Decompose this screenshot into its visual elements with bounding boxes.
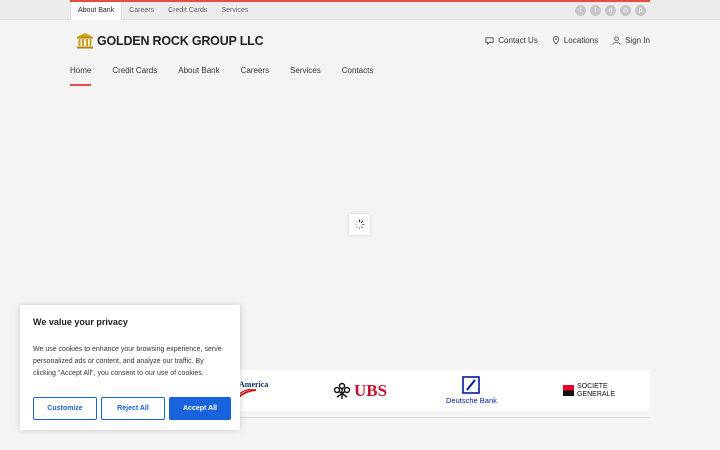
deutsche-bank-text: Deutsche Bank [446,396,497,405]
contact-us-label: Contact Us [498,36,538,45]
socgen-line2: GENERALE [577,390,616,398]
nav-services[interactable]: Services [290,66,321,86]
socgen-square-icon [563,385,574,396]
cookie-text: We use cookies to enhance your browsing … [33,346,222,377]
partner-logos: America UBS Deutsche Bank SOCIETE GENERA… [230,370,650,411]
partner-societe-generale[interactable]: SOCIETE GENERALE [563,370,615,411]
locations-link[interactable]: Locations [552,36,598,45]
twitter-icon[interactable]: t [575,5,586,16]
partner-deutsche-bank[interactable]: Deutsche Bank [446,370,497,411]
top-bar: About Bank Careers Credit Cards Services… [0,0,720,20]
cookie-buttons: Customize Reject All Accept All [33,397,231,420]
social-links: t f g ◎ p [575,5,646,16]
customize-button[interactable]: Customize [33,397,97,420]
loading-spinner [349,214,370,235]
logo-text: GOLDEN ROCK GROUP LLC [97,34,264,48]
sign-in-label: Sign In [625,36,650,45]
user-icon [612,36,621,45]
toplink-about-bank[interactable]: About Bank [70,2,123,20]
bank-building-icon [77,33,93,49]
boa-text: America [239,380,269,389]
toplink-services[interactable]: Services [214,2,255,20]
spinner-icon [354,219,365,230]
toplink-careers[interactable]: Careers [122,2,161,20]
partner-ubs[interactable]: UBS [332,370,387,411]
toplink-credit-cards[interactable]: Credit Cards [161,2,214,20]
divider [240,417,650,418]
partner-bank-of-america[interactable]: America [236,370,268,411]
locations-label: Locations [563,36,599,45]
top-links: About Bank Careers Credit Cards Services [70,2,255,20]
facebook-icon[interactable]: f [590,5,601,16]
map-pin-icon [552,36,559,45]
nav-contacts[interactable]: Contacts [342,66,374,86]
accept-all-button[interactable]: Accept All [169,397,231,420]
site-logo[interactable]: GOLDEN ROCK GROUP LLC [76,32,264,50]
socgen-line1: SOCIETE [577,382,608,390]
nav-home[interactable]: Home [70,66,92,86]
nav-credit-cards[interactable]: Credit Cards [112,66,157,86]
cookie-title: We value your privacy [33,317,128,327]
ubs-keys-icon [333,382,351,399]
reject-all-button[interactable]: Reject All [101,397,165,420]
main-nav: Home Credit Cards About Bank Careers Ser… [70,66,394,86]
googleplus-icon[interactable]: g [605,5,616,16]
cookie-consent-dialog: We value your privacy We use cookies to … [20,305,240,430]
nav-about-bank[interactable]: About Bank [178,66,219,86]
sign-in-link[interactable]: Sign In [612,36,650,45]
ubs-text: UBS [354,380,388,400]
contact-us-link[interactable]: Contact Us [485,36,538,45]
pinterest-icon[interactable]: p [635,5,646,16]
instagram-icon[interactable]: ◎ [620,5,631,16]
chat-icon [485,37,494,45]
nav-careers[interactable]: Careers [241,66,269,86]
deutsche-bank-slash-icon [462,376,481,394]
header-links: Contact Us Locations Sign In [485,36,650,45]
